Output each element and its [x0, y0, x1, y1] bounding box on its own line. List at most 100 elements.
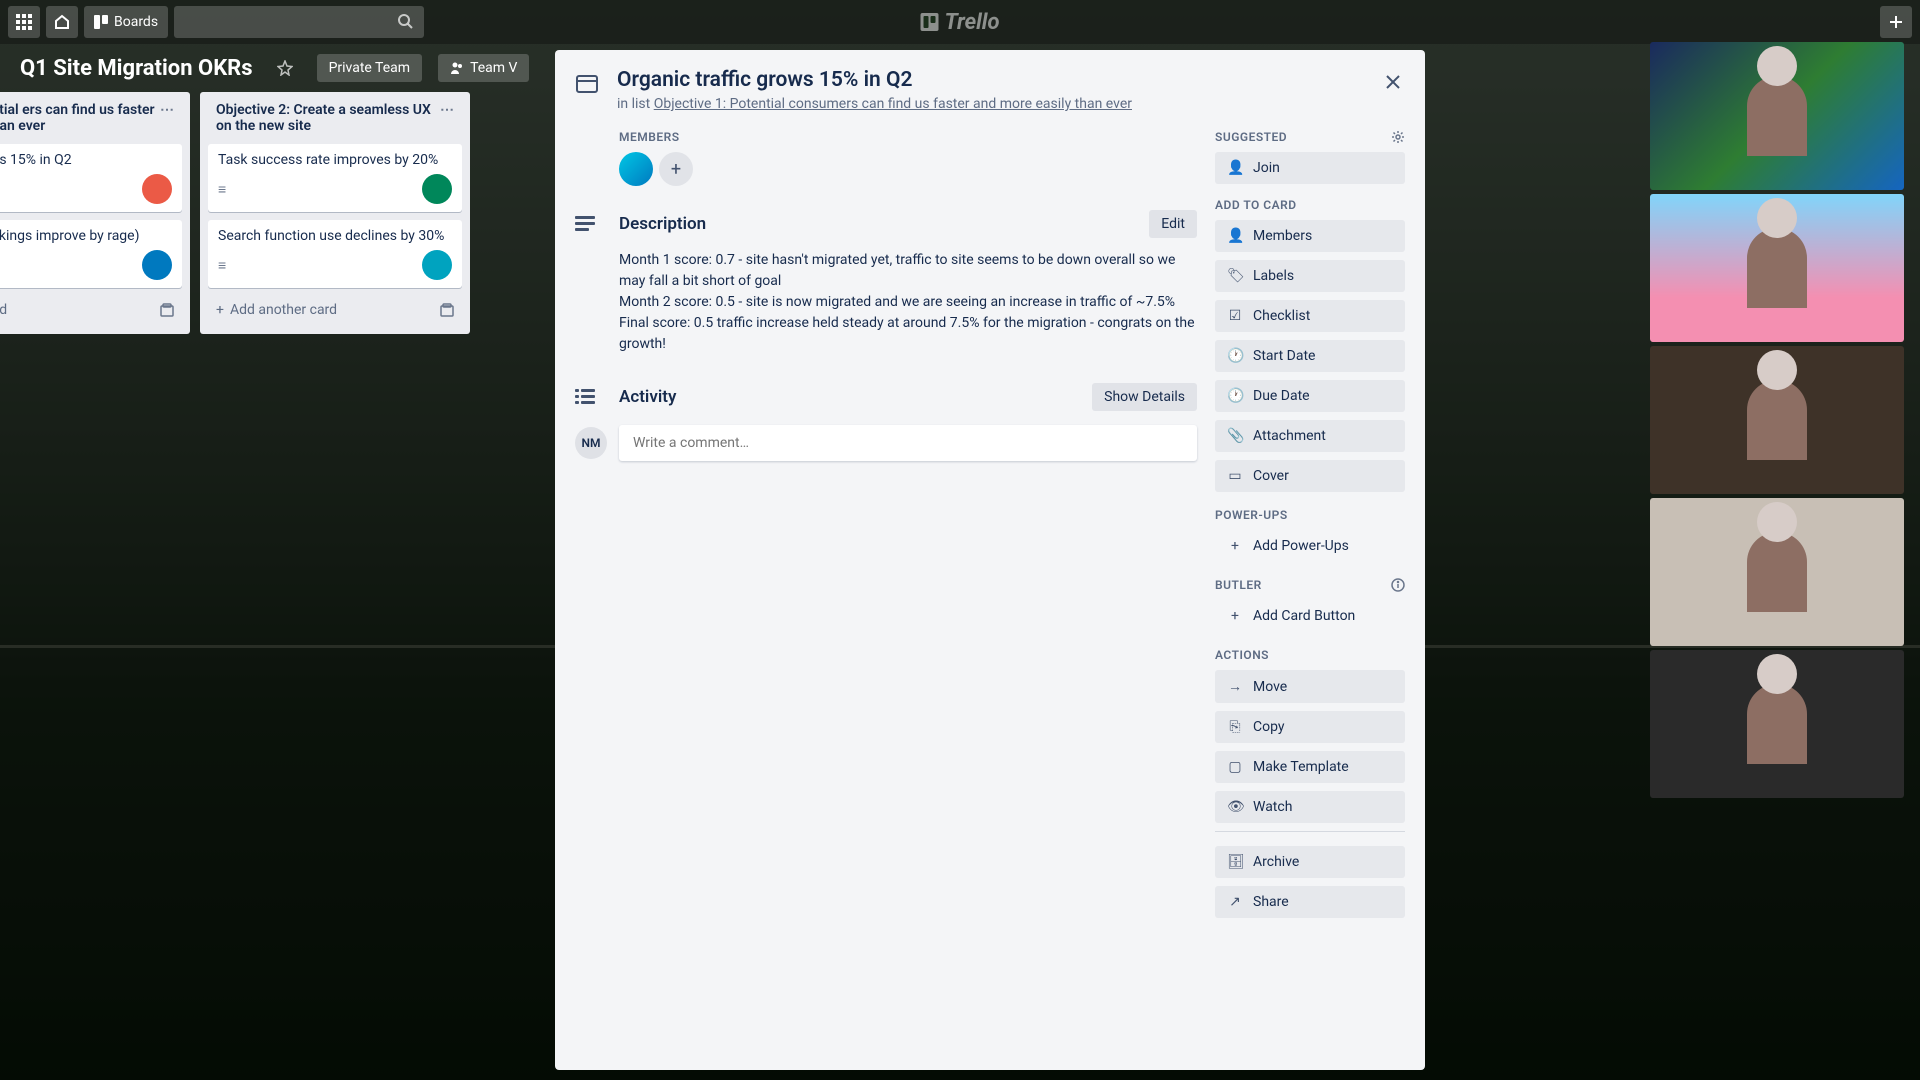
- template-icon: [160, 303, 174, 317]
- people-icon: [450, 61, 464, 75]
- search-icon: [398, 14, 414, 30]
- description-icon: ≡: [218, 257, 226, 274]
- copy-button[interactable]: ⎘Copy: [1215, 711, 1405, 743]
- add-powerups-button[interactable]: +Add Power-Ups: [1215, 530, 1405, 562]
- add-member-button[interactable]: +: [659, 152, 693, 186]
- clock-icon: 🕐: [1227, 348, 1243, 364]
- powerups-label: POWER-UPS: [1215, 508, 1405, 522]
- list-title[interactable]: e 1: Potential ers can find us faster e …: [0, 102, 160, 134]
- plus-icon: +: [216, 302, 224, 318]
- butler-label: BUTLER: [1215, 578, 1405, 592]
- move-button[interactable]: →Move: [1215, 670, 1405, 703]
- cover-icon: ▭: [1227, 468, 1243, 484]
- in-list-link[interactable]: Objective 1: Potential consumers can fin…: [654, 96, 1132, 112]
- join-button[interactable]: 👤Join: [1215, 152, 1405, 184]
- attachment-icon: 📎: [1227, 428, 1243, 444]
- close-icon: [1384, 73, 1402, 91]
- card[interactable]: Task success rate improves by 20% ≡: [208, 144, 462, 212]
- due-date-button[interactable]: 🕐Due Date: [1215, 380, 1405, 412]
- make-template-button[interactable]: ▢Make Template: [1215, 751, 1405, 783]
- team-visibility[interactable]: Private Team: [317, 54, 422, 82]
- card[interactable]: affic grows 15% in Q2 ≡: [0, 144, 182, 212]
- members-button[interactable]: 👤Members: [1215, 220, 1405, 252]
- add-card-button[interactable]: nother card: [0, 296, 182, 324]
- search-input[interactable]: [174, 6, 424, 38]
- tag-icon: 🏷: [1227, 268, 1243, 284]
- plus-icon: [1888, 14, 1904, 30]
- brand-logo[interactable]: Trello: [921, 10, 1000, 35]
- video-participant[interactable]: [1650, 42, 1904, 190]
- video-participant[interactable]: [1650, 194, 1904, 342]
- boards-label: Boards: [114, 14, 158, 30]
- home-icon: [54, 14, 70, 30]
- video-participant[interactable]: [1650, 346, 1904, 494]
- card-title: yword rankings improve by rage): [0, 228, 172, 244]
- add-card-button[interactable]: +Add another card: [208, 296, 462, 324]
- divider: [1215, 831, 1405, 832]
- clock-icon: 🕐: [1227, 388, 1243, 404]
- description-text[interactable]: Month 1 score: 0.7 - site hasn't migrate…: [619, 250, 1197, 355]
- share-button[interactable]: ↗Share: [1215, 886, 1405, 918]
- list: e 1: Potential ers can find us faster e …: [0, 92, 190, 334]
- user-avatar: NM: [575, 427, 607, 459]
- description-heading: Description: [619, 214, 1135, 234]
- card-title[interactable]: Organic traffic grows 15% in Q2: [617, 68, 1132, 92]
- card[interactable]: yword rankings improve by rage): [0, 220, 182, 288]
- actions-label: ACTIONS: [1215, 648, 1405, 662]
- arrow-right-icon: →: [1227, 678, 1243, 695]
- archive-icon: 🗄: [1227, 854, 1243, 870]
- watch-button[interactable]: 👁Watch: [1215, 791, 1405, 823]
- template-icon: ▢: [1227, 759, 1243, 775]
- checklist-button[interactable]: ☑Checklist: [1215, 300, 1405, 332]
- list-title[interactable]: Objective 2: Create a seamless UX on the…: [216, 102, 440, 134]
- checklist-icon: ☑: [1227, 308, 1243, 324]
- card-title: Task success rate improves by 20%: [218, 152, 452, 168]
- home-button[interactable]: [46, 6, 78, 38]
- card-member-avatar: [422, 174, 452, 204]
- cover-button[interactable]: ▭Cover: [1215, 460, 1405, 492]
- team-visible-tab[interactable]: Team V: [438, 54, 529, 82]
- person-icon: 👤: [1227, 160, 1243, 176]
- copy-icon: ⎘: [1227, 719, 1243, 735]
- video-call-panel: [1650, 42, 1904, 798]
- list-menu-button[interactable]: ⋯: [160, 102, 174, 118]
- boards-button[interactable]: Boards: [84, 6, 168, 38]
- eye-icon: 👁: [1227, 799, 1243, 815]
- add-card-button-automation[interactable]: +Add Card Button: [1215, 600, 1405, 632]
- board-icon: [94, 15, 108, 29]
- star-board-button[interactable]: [269, 52, 301, 84]
- list-menu-button[interactable]: ⋯: [440, 102, 454, 118]
- trello-icon: [921, 13, 939, 31]
- labels-button[interactable]: 🏷Labels: [1215, 260, 1405, 292]
- share-icon: ↗: [1227, 894, 1243, 910]
- gear-icon[interactable]: [1391, 130, 1405, 144]
- members-label: MEMBERS: [619, 130, 1197, 144]
- start-date-button[interactable]: 🕐Start Date: [1215, 340, 1405, 372]
- grid-icon: [16, 14, 32, 30]
- add-to-card-label: ADD TO CARD: [1215, 198, 1405, 212]
- archive-button[interactable]: 🗄Archive: [1215, 846, 1405, 878]
- card-title: Search function use declines by 30%: [218, 228, 452, 244]
- card-detail-modal: Organic traffic grows 15% in Q2 in list …: [555, 50, 1425, 1070]
- video-participant[interactable]: [1650, 650, 1904, 798]
- info-icon[interactable]: [1391, 578, 1405, 592]
- close-button[interactable]: [1375, 64, 1411, 100]
- card[interactable]: Search function use declines by 30% ≡: [208, 220, 462, 288]
- suggested-label: SUGGESTED: [1215, 130, 1405, 144]
- app-header: Boards Trello: [0, 0, 1920, 44]
- attachment-button[interactable]: 📎Attachment: [1215, 420, 1405, 452]
- board-title[interactable]: Q1 Site Migration OKRs: [20, 56, 253, 81]
- member-avatar[interactable]: [619, 152, 653, 186]
- card-member-avatar: [142, 174, 172, 204]
- description-icon: ≡: [218, 181, 226, 198]
- activity-heading: Activity: [619, 387, 676, 407]
- comment-input[interactable]: [619, 425, 1197, 461]
- card-list-location: in list Objective 1: Potential consumers…: [617, 96, 1132, 112]
- card-title: affic grows 15% in Q2: [0, 152, 172, 168]
- list: Objective 2: Create a seamless UX on the…: [200, 92, 470, 334]
- edit-description-button[interactable]: Edit: [1149, 210, 1197, 238]
- create-button[interactable]: [1880, 6, 1912, 38]
- video-participant[interactable]: [1650, 498, 1904, 646]
- apps-grid-button[interactable]: [8, 6, 40, 38]
- show-details-button[interactable]: Show Details: [1092, 383, 1197, 411]
